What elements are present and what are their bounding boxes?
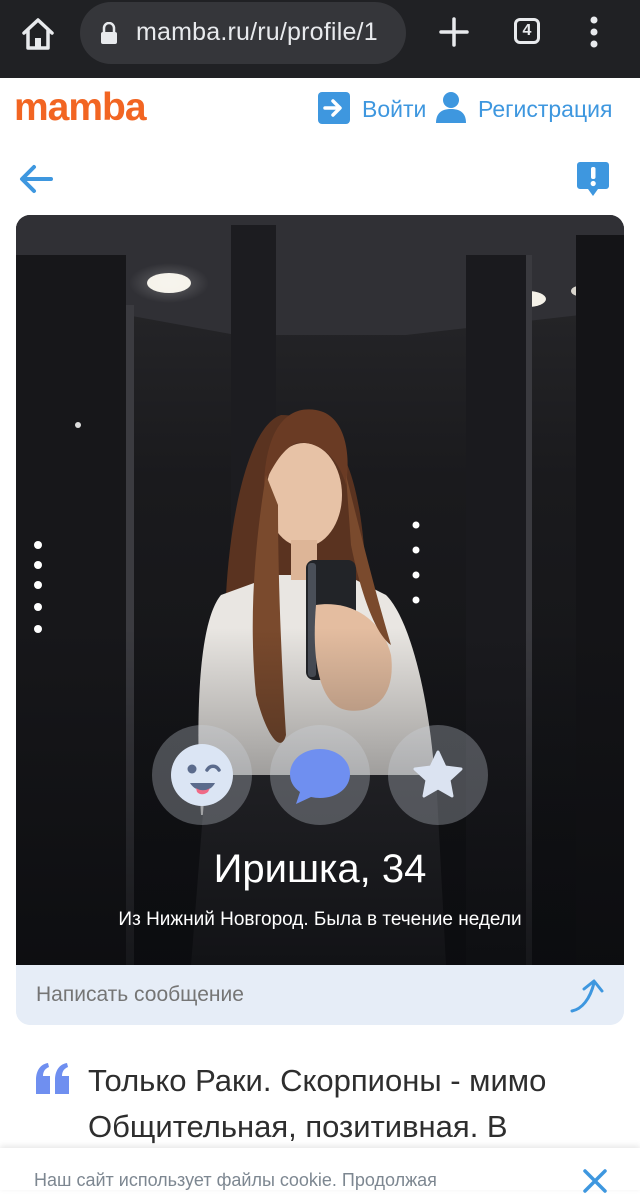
back-arrow-icon[interactable] — [18, 164, 54, 194]
url-text: mamba.ru/ru/profile/1 — [136, 18, 378, 46]
close-icon[interactable] — [582, 1168, 608, 1194]
send-arrow-icon[interactable] — [568, 975, 608, 1015]
profile-location-activity: Из Нижний Новгород. Была в течение недел… — [118, 909, 522, 930]
about-text: Только Раки. Скорпионы - мимо Общительна… — [88, 1058, 628, 1150]
report-icon[interactable] — [576, 160, 610, 198]
tab-switcher-button[interactable]: 4 — [514, 18, 540, 44]
lock-icon — [101, 22, 117, 44]
register-link[interactable]: Регистрация — [478, 96, 612, 123]
home-icon[interactable] — [20, 16, 56, 52]
star-icon — [413, 750, 463, 798]
quote-icon — [36, 1063, 69, 1094]
login-link[interactable]: Войти — [362, 96, 426, 123]
favorite-button[interactable] — [388, 725, 488, 825]
browser-toolbar: mamba.ru/ru/profile/1 4 — [0, 0, 640, 78]
profile-card: Иришка, 34 Из Нижний Новгород. Была в те… — [16, 215, 624, 1025]
login-icon[interactable] — [318, 92, 350, 124]
about-line: Общительная, позитивная. В — [88, 1109, 508, 1144]
address-bar[interactable]: mamba.ru/ru/profile/1 — [80, 2, 406, 64]
new-tab-icon[interactable] — [438, 16, 470, 48]
chat-bubble-icon — [290, 749, 350, 804]
message-button[interactable] — [270, 725, 370, 825]
wink-button[interactable] — [152, 725, 252, 825]
about-line: Только Раки. Скорпионы - мимо — [88, 1063, 547, 1098]
site-logo[interactable]: mamba — [14, 86, 147, 130]
message-bar — [16, 965, 624, 1025]
profile-name-age: Иришка, 34 — [213, 847, 427, 891]
wink-icon — [171, 744, 233, 806]
more-menu-icon[interactable] — [586, 14, 602, 50]
cookie-banner: Наш сайт использует файлы cookie. Продол… — [0, 1148, 640, 1193]
message-input[interactable] — [36, 983, 436, 1007]
cookie-notice-text: Наш сайт использует файлы cookie. Продол… — [34, 1170, 437, 1190]
user-icon[interactable] — [434, 90, 468, 124]
